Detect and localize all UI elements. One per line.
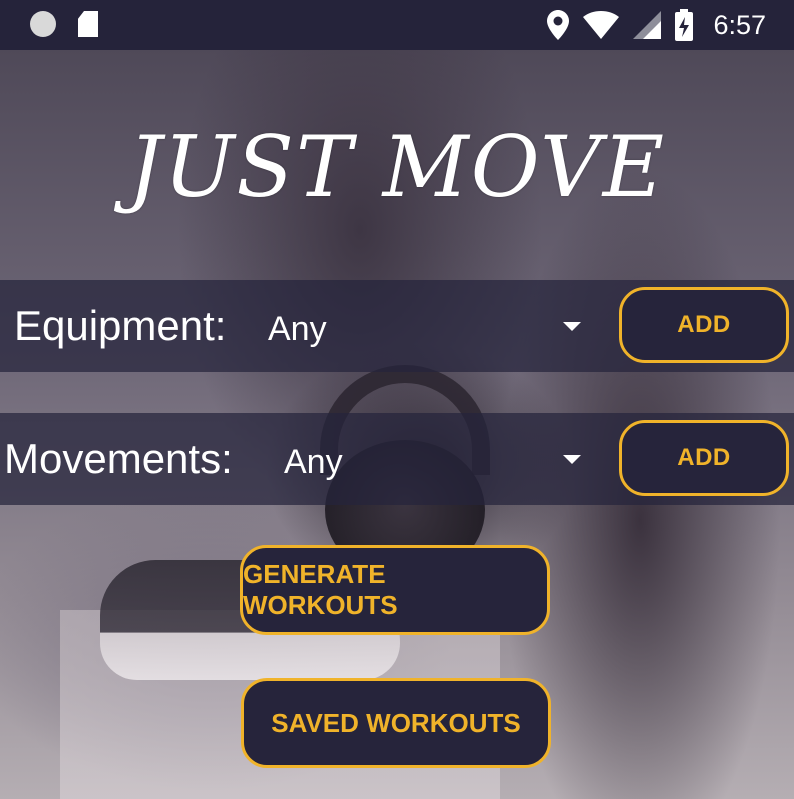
status-right-icons: 6:57 <box>547 9 766 41</box>
generate-workouts-button[interactable]: GENERATE WORKOUTS <box>240 545 550 635</box>
status-left-icons <box>30 11 98 37</box>
location-icon <box>547 10 570 40</box>
equipment-chevron-down-icon[interactable] <box>563 322 581 331</box>
sd-card-icon <box>78 11 98 37</box>
battery-charging-icon <box>675 9 694 41</box>
saved-workouts-button[interactable]: SAVED WORKOUTS <box>241 678 551 768</box>
circle-notification-icon <box>30 11 56 37</box>
status-bar: 6:57 <box>0 0 794 50</box>
signal-icon <box>633 11 662 39</box>
wifi-icon <box>583 11 620 39</box>
app-title: JUST MOVE <box>127 118 667 216</box>
movements-label: Movements: <box>4 435 233 482</box>
add-equipment-button[interactable]: ADD <box>619 287 789 363</box>
app-screen: 6:57 JUST MOVE Equipment: Any ADD Moveme… <box>0 0 794 799</box>
equipment-label: Equipment: <box>14 302 227 349</box>
equipment-spinner[interactable]: Any <box>268 310 327 349</box>
add-movement-button[interactable]: ADD <box>619 420 789 496</box>
status-time: 6:57 <box>713 9 766 40</box>
movements-spinner[interactable]: Any <box>284 443 343 482</box>
movements-chevron-down-icon[interactable] <box>563 455 581 464</box>
